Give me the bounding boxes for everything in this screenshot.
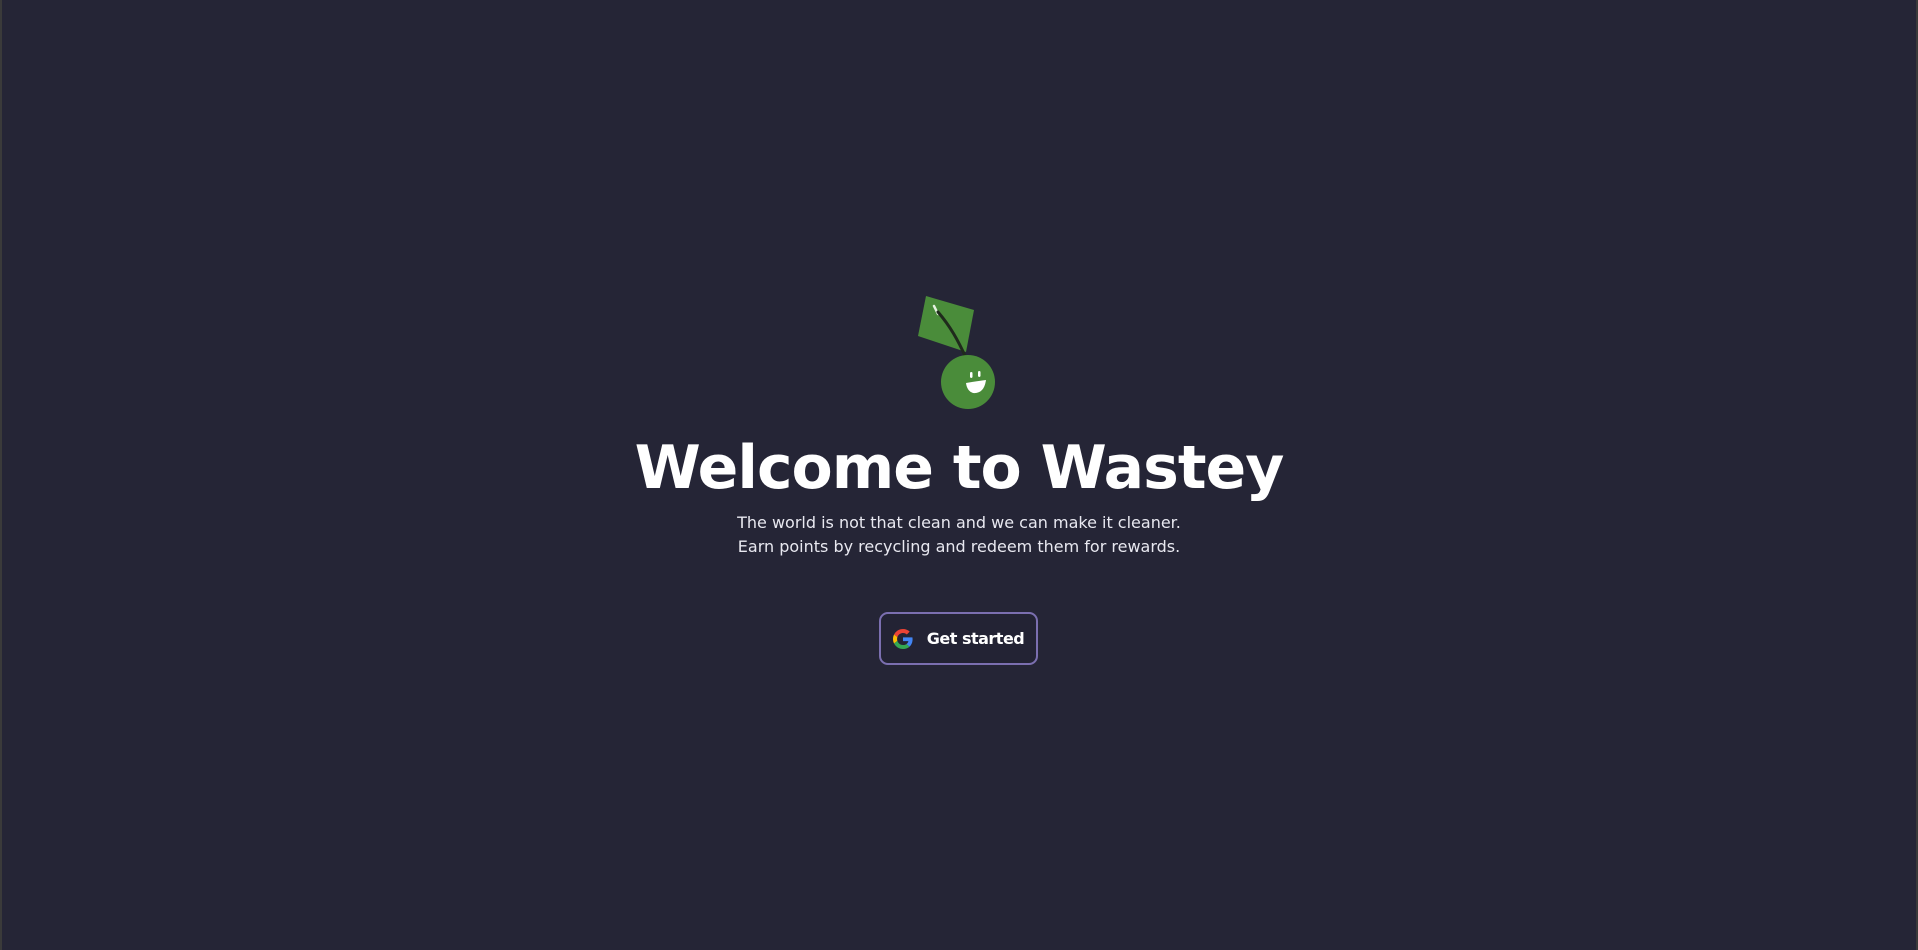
get-started-label: Get started bbox=[926, 629, 1025, 648]
google-icon bbox=[892, 628, 913, 649]
page-title: Welcome to Wastey bbox=[634, 433, 1285, 503]
get-started-button[interactable]: Get started bbox=[879, 612, 1038, 665]
subtitle-line-1: The world is not that clean and we can m… bbox=[737, 513, 1181, 532]
welcome-hero: Welcome to Wastey The world is not that … bbox=[0, 0, 1918, 950]
leaf-mascot-icon bbox=[918, 296, 995, 409]
subtitle-line-2: Earn points by recycling and redeem them… bbox=[737, 537, 1181, 556]
